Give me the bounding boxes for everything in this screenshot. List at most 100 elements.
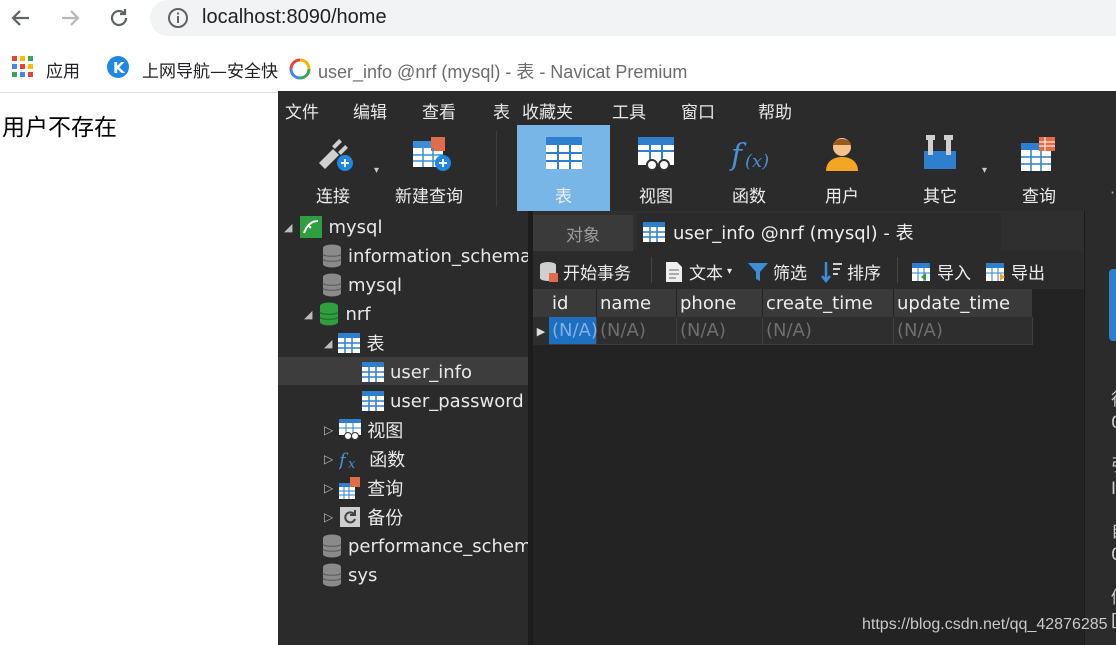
- tree-node-user-info[interactable]: user_info: [362, 358, 472, 386]
- menu-table[interactable]: 表: [493, 98, 510, 123]
- url-text[interactable]: localhost:8090/home: [202, 6, 387, 29]
- info-label: 行: [1111, 385, 1116, 410]
- tools-icon: [924, 135, 956, 169]
- info-icon[interactable]: [166, 6, 190, 34]
- view-icon: [339, 419, 362, 440]
- new-query-label: 新建查询: [395, 187, 463, 207]
- table-cell-update-time[interactable]: (N/A): [894, 317, 1033, 345]
- svg-text:(x): (x): [745, 151, 769, 172]
- forward-icon[interactable]: [55, 3, 85, 33]
- tree-node-views[interactable]: ▷ 视图: [324, 416, 403, 444]
- menu-file[interactable]: 文件: [285, 98, 319, 123]
- main-toolbar: 连接 ▾ 新建查询 表 视图 f (x) 函数 用户 其它 ▾ 查询 ·: [278, 125, 1116, 211]
- collapse-arrow-icon[interactable]: ▷: [324, 510, 333, 524]
- user-icon: [826, 138, 858, 171]
- tree-node-sys[interactable]: sys: [322, 561, 377, 589]
- reload-icon[interactable]: [104, 3, 134, 33]
- toolbar-divider: [897, 257, 898, 283]
- current-row-indicator-icon[interactable]: ▶: [533, 317, 549, 345]
- view-tool-button[interactable]: 视图: [618, 125, 694, 211]
- document-icon: [666, 261, 682, 282]
- menu-window[interactable]: 窗口: [681, 98, 715, 123]
- menu-view[interactable]: 查看: [422, 98, 456, 123]
- tree-node-functions[interactable]: ▷ f x 函数: [324, 445, 405, 473]
- connect-dropdown-icon[interactable]: ▾: [374, 165, 379, 176]
- tree-node-user-password[interactable]: user_password: [362, 387, 524, 415]
- menu-tools[interactable]: 工具: [612, 98, 646, 123]
- info-value: [: [1111, 611, 1116, 631]
- table-cell-phone[interactable]: (N/A): [677, 317, 763, 345]
- filter-icon: [748, 262, 768, 281]
- bookmark-apps[interactable]: 应用: [46, 57, 80, 82]
- database-open-icon: [319, 302, 339, 326]
- window-title: user_info @nrf (mysql) - 表 - Navicat Pre…: [318, 62, 688, 82]
- other-tool-button[interactable]: 其它: [902, 125, 978, 211]
- bookmark-nav[interactable]: 上网导航—安全快: [142, 57, 278, 82]
- column-header-create-time[interactable]: create_time: [763, 289, 894, 317]
- filter-button[interactable]: 筛选: [747, 259, 807, 284]
- info-value: 0: [1111, 413, 1116, 433]
- text-view-button[interactable]: 文本 ▾: [665, 259, 732, 284]
- column-header-phone[interactable]: phone: [677, 289, 763, 317]
- begin-transaction-button[interactable]: 开始事务: [539, 259, 631, 284]
- apps-icon[interactable]: [12, 56, 34, 82]
- tree-node-tables[interactable]: ◢ 表: [324, 329, 384, 357]
- connect-button[interactable]: 连接: [298, 125, 368, 211]
- function-tool-button[interactable]: f (x) 函数: [711, 125, 787, 211]
- collapse-arrow-icon[interactable]: ▷: [324, 452, 333, 466]
- mysql-connection-icon: [300, 216, 323, 238]
- table-cell-name[interactable]: (N/A): [597, 317, 677, 345]
- expand-arrow-icon[interactable]: ◢: [304, 308, 312, 321]
- collapse-arrow-icon[interactable]: ▷: [324, 423, 333, 437]
- toolbar-divider: [496, 131, 497, 207]
- user-tool-button[interactable]: 用户: [804, 125, 880, 211]
- sort-icon: [821, 261, 842, 283]
- collapse-arrow-icon[interactable]: ▷: [324, 481, 333, 495]
- other-dropdown-icon[interactable]: ▾: [982, 165, 987, 176]
- new-query-button[interactable]: 新建查询: [386, 125, 472, 211]
- query-label: 查询: [1022, 187, 1056, 207]
- navicat-window: user_info @nrf (mysql) - 表 - Navicat Pre…: [278, 46, 1116, 645]
- text-dropdown-icon[interactable]: ▾: [727, 266, 732, 277]
- tab-bar: 对象 user_info @nrf (mysql) - 表: [533, 211, 1084, 251]
- info-value: I: [1111, 479, 1116, 499]
- sort-button[interactable]: 排序: [821, 259, 881, 284]
- column-header-name[interactable]: name: [597, 289, 677, 317]
- info-label: 自: [1111, 517, 1116, 542]
- tree-node-nrf[interactable]: ◢ nrf: [304, 300, 371, 328]
- database-icon: [322, 534, 342, 558]
- menu-favorites[interactable]: 收藏夹: [522, 98, 573, 123]
- menu-edit[interactable]: 编辑: [353, 98, 387, 123]
- table-icon: [545, 137, 582, 169]
- export-button[interactable]: 导出: [985, 259, 1045, 284]
- tree-node-backup[interactable]: ▷ 备份: [324, 503, 403, 531]
- tree-node-information-schema[interactable]: information_schema: [322, 242, 531, 270]
- tree-node-mysql-db[interactable]: mysql: [322, 271, 402, 299]
- tree-node-queries[interactable]: ▷ 查询: [324, 474, 403, 502]
- info-panel: 行 0 引 I 自 0 修 [: [1084, 211, 1116, 645]
- import-button[interactable]: 导入: [911, 259, 971, 284]
- info-value: 0: [1111, 545, 1116, 565]
- table-cell-id[interactable]: (N/A): [549, 317, 598, 345]
- tree-node-performance-schema[interactable]: performance_schema: [322, 532, 543, 560]
- table-tool-button[interactable]: 表: [517, 125, 610, 211]
- back-icon[interactable]: [6, 3, 36, 33]
- connection-tree: ◢ mysql information_schema mysql ◢ nrf ◢…: [278, 211, 543, 645]
- database-transaction-icon: [540, 261, 558, 282]
- table-cell-create-time[interactable]: (N/A): [763, 317, 894, 345]
- toolbar-divider: [651, 257, 652, 283]
- tab-objects[interactable]: 对象: [533, 215, 633, 251]
- expand-arrow-icon[interactable]: ◢: [284, 221, 292, 234]
- column-header-update-time[interactable]: update_time: [894, 289, 1033, 317]
- column-header-id[interactable]: id: [549, 289, 597, 317]
- database-icon: [322, 563, 342, 587]
- menu-help[interactable]: 帮助: [758, 98, 792, 123]
- function-icon: f x: [339, 450, 356, 470]
- expand-arrow-icon[interactable]: ◢: [324, 337, 332, 350]
- tab-user-info[interactable]: user_info @nrf (mysql) - 表: [637, 213, 1001, 251]
- table-icon: [338, 333, 361, 353]
- query-icon: [339, 477, 361, 499]
- grid-corner: [533, 289, 549, 317]
- query-tool-button[interactable]: 查询: [1001, 125, 1077, 211]
- tree-node-mysql-connection[interactable]: ◢ mysql: [284, 213, 382, 241]
